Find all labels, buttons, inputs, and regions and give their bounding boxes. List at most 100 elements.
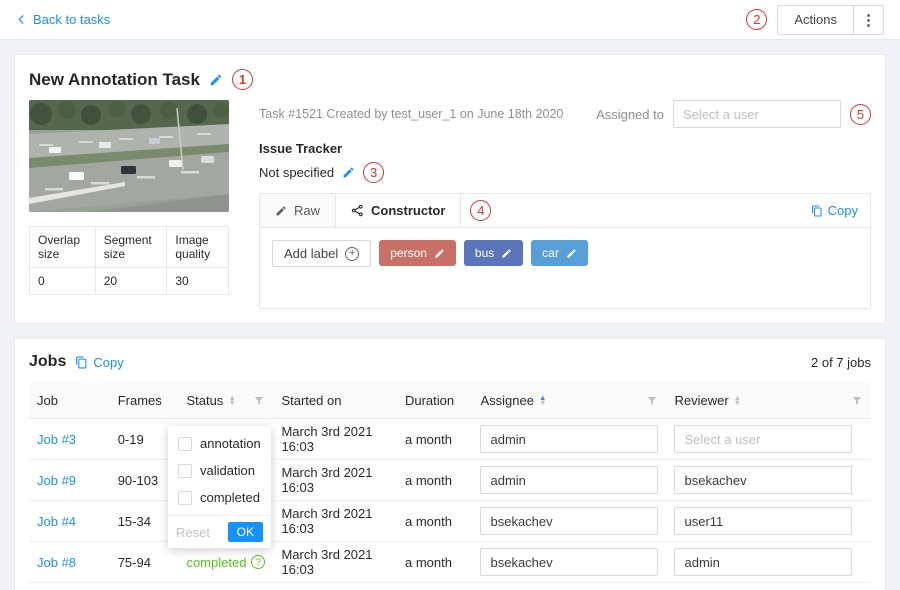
col-status: Status [186,393,223,408]
copy-icon [75,356,88,369]
option-label: validation [200,463,255,478]
actions-button-group: Actions ⋮ [777,5,884,35]
pencil-icon [275,205,287,217]
option-label: annotation [200,436,261,451]
sort-status[interactable]: ▲▼ [228,396,235,405]
reviewer-input[interactable] [674,507,852,535]
tab-constructor-label: Constructor [371,203,445,218]
status-filter-option-annotation[interactable]: annotation [168,430,271,457]
duration-value: a month [405,432,452,447]
label-chip-person[interactable]: person [379,240,456,266]
copy-labels-link[interactable]: Copy [811,194,870,227]
assignee-input[interactable] [480,425,658,453]
more-vertical-icon: ⋮ [861,12,876,29]
add-label-text: Add label [284,246,338,261]
top-bar: Back to tasks 2 Actions ⋮ [0,0,900,40]
ok-button[interactable]: OK [228,522,263,542]
frames-value: 75-94 [118,555,151,570]
tab-raw[interactable]: Raw [260,194,336,227]
assigned-to-label: Assigned to [596,107,664,122]
tab-constructor[interactable]: Constructor [336,194,461,227]
label-chip-bus[interactable]: bus [464,240,523,266]
caret-down-icon: ▼ [734,401,741,406]
tab-raw-label: Raw [294,203,320,218]
param-value: 0 [30,268,96,295]
task-meta-text: Task #1521 Created by test_user_1 on Jun… [259,107,563,121]
job-link[interactable]: Job #3 [37,432,76,447]
col-duration: Duration [405,393,454,408]
col-reviewer: Reviewer [674,393,728,408]
edit-label-icon[interactable] [434,248,445,259]
annotation-circle-2: 2 [746,9,767,30]
issue-tracker-value: Not specified [259,165,334,180]
col-assignee: Assignee [480,393,533,408]
edit-label-icon[interactable] [501,248,512,259]
col-frames: Frames [118,393,162,408]
param-header: Overlap size [30,227,96,268]
filter-assignee-icon[interactable] [646,395,658,407]
reset-button[interactable]: Reset [176,525,210,540]
reviewer-input[interactable] [674,425,852,453]
started-value: March 3rd 2021 16:03 [281,465,372,495]
checkbox[interactable] [178,491,192,505]
jobs-table: Job Frames Status ▲▼ Started on Duration… [29,383,871,583]
edit-task-name-icon[interactable] [209,73,223,87]
checkbox[interactable] [178,437,192,451]
back-to-tasks-link[interactable]: Back to tasks [16,12,110,27]
filter-status-icon[interactable] [253,395,265,407]
caret-down-icon: ▼ [228,401,235,406]
more-actions-button[interactable]: ⋮ [854,5,884,35]
table-row: Job #9 90-103 March 3rd 2021 16:03 a mon… [29,460,871,501]
duration-value: a month [405,555,452,570]
label-chip-car[interactable]: car [531,240,588,266]
option-label: completed [200,490,260,505]
caret-down-icon: ▼ [539,401,546,406]
table-row: Job #4 15-34 March 3rd 2021 16:03 a mont… [29,501,871,542]
annotation-circle-5: 5 [850,104,871,125]
job-link[interactable]: Job #8 [37,555,76,570]
annotation-circle-1: 1 [232,69,253,90]
param-value: 30 [167,268,229,295]
status-filter-option-completed[interactable]: completed [168,484,271,511]
assignee-input[interactable] [480,507,658,535]
label-name: person [390,246,427,260]
plus-circle-icon: + [345,247,359,261]
jobs-card: Jobs Copy 2 of 7 jobs Job Frames Status … [14,338,886,590]
status-filter-option-validation[interactable]: validation [168,457,271,484]
actions-button[interactable]: Actions [777,5,854,35]
add-label-button[interactable]: Add label + [272,240,371,267]
status-value: completed ? [186,555,265,570]
question-circle-icon[interactable]: ? [251,555,265,569]
job-link[interactable]: Job #9 [37,473,76,488]
back-to-tasks-label: Back to tasks [33,12,110,27]
status-filter-dropdown: annotation validation completed Reset OK [168,426,271,548]
issue-tracker-label: Issue Tracker [259,141,871,156]
sort-reviewer[interactable]: ▲▼ [734,396,741,405]
frames-value: 90-103 [118,473,158,488]
assignee-input[interactable] [480,548,658,576]
frames-value: 0-19 [118,432,144,447]
copy-jobs-link[interactable]: Copy [75,355,123,370]
checkbox[interactable] [178,464,192,478]
assigned-to-input[interactable] [673,100,841,128]
assignee-input[interactable] [480,466,658,494]
copy-jobs-label: Copy [93,355,123,370]
started-value: March 3rd 2021 16:03 [281,547,372,577]
sort-assignee[interactable]: ▲▼ [539,396,546,405]
duration-value: a month [405,514,452,529]
job-link[interactable]: Job #4 [37,514,76,529]
reviewer-input[interactable] [674,548,852,576]
filter-reviewer-icon[interactable] [851,395,863,407]
frames-value: 15-34 [118,514,151,529]
col-job: Job [37,393,58,408]
started-value: March 3rd 2021 16:03 [281,424,372,454]
param-value: 20 [95,268,167,295]
labels-editor: Raw Constructor 4 Copy Add label [259,193,871,309]
started-value: March 3rd 2021 16:03 [281,506,372,536]
edit-issue-tracker-icon[interactable] [342,166,355,179]
constructor-icon [351,204,364,217]
edit-label-icon[interactable] [566,248,577,259]
reviewer-input[interactable] [674,466,852,494]
col-started-on: Started on [281,393,341,408]
task-title: New Annotation Task [29,70,200,90]
